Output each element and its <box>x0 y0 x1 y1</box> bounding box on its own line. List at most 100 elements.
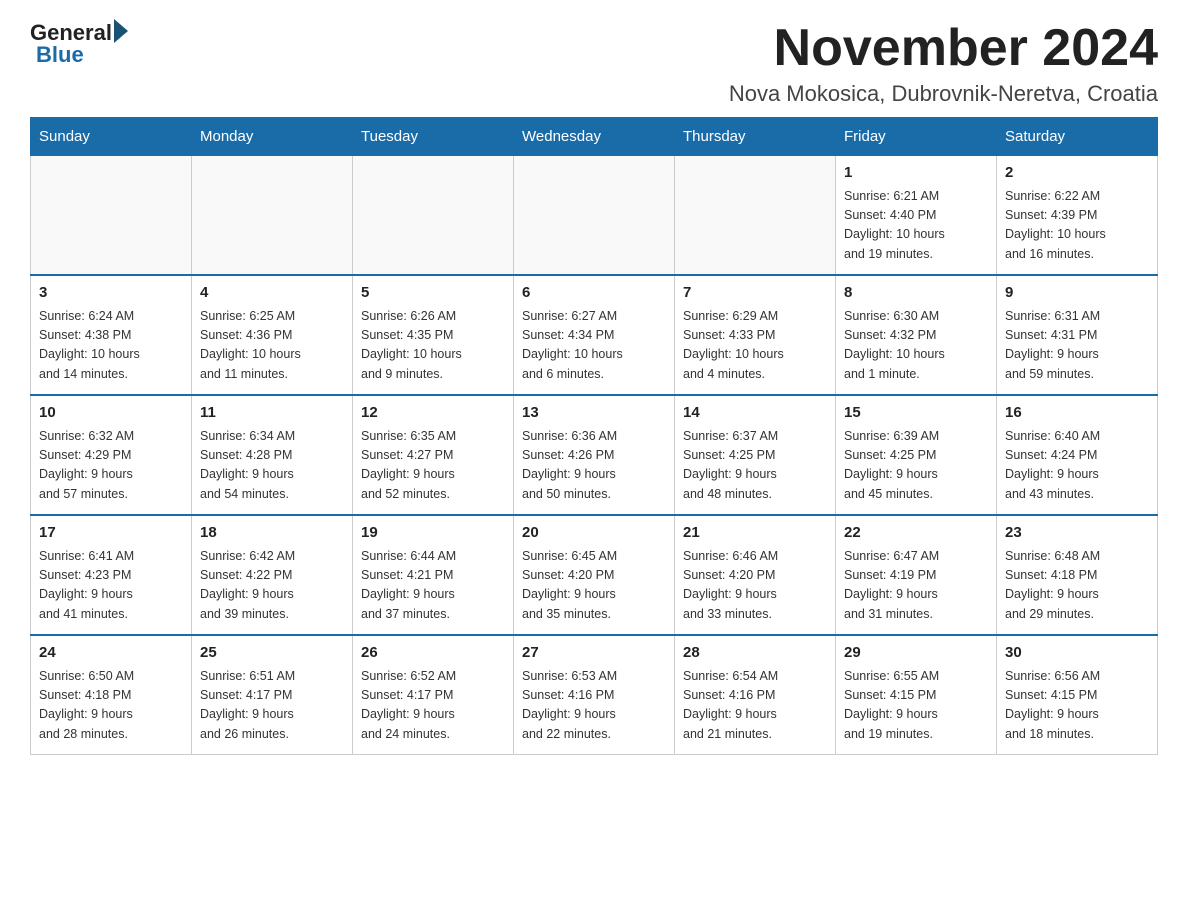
calendar-day-cell <box>192 156 353 276</box>
calendar-day-cell: 12Sunrise: 6:35 AMSunset: 4:27 PMDayligh… <box>353 395 514 515</box>
calendar-week-row: 24Sunrise: 6:50 AMSunset: 4:18 PMDayligh… <box>31 635 1158 755</box>
day-info: Sunrise: 6:41 AMSunset: 4:23 PMDaylight:… <box>39 547 183 625</box>
calendar-week-row: 3Sunrise: 6:24 AMSunset: 4:38 PMDaylight… <box>31 275 1158 395</box>
calendar-day-cell <box>675 156 836 276</box>
day-info: Sunrise: 6:56 AMSunset: 4:15 PMDaylight:… <box>1005 667 1149 745</box>
day-number: 8 <box>844 282 988 305</box>
calendar-day-cell: 20Sunrise: 6:45 AMSunset: 4:20 PMDayligh… <box>514 515 675 635</box>
calendar-day-cell <box>31 156 192 276</box>
calendar-day-cell: 2Sunrise: 6:22 AMSunset: 4:39 PMDaylight… <box>997 156 1158 276</box>
calendar-day-cell: 27Sunrise: 6:53 AMSunset: 4:16 PMDayligh… <box>514 635 675 755</box>
calendar-week-row: 10Sunrise: 6:32 AMSunset: 4:29 PMDayligh… <box>31 395 1158 515</box>
weekday-header-saturday: Saturday <box>997 118 1158 156</box>
calendar-day-cell: 16Sunrise: 6:40 AMSunset: 4:24 PMDayligh… <box>997 395 1158 515</box>
day-number: 30 <box>1005 642 1149 665</box>
day-number: 17 <box>39 522 183 545</box>
calendar-day-cell: 6Sunrise: 6:27 AMSunset: 4:34 PMDaylight… <box>514 275 675 395</box>
day-number: 6 <box>522 282 666 305</box>
day-info: Sunrise: 6:25 AMSunset: 4:36 PMDaylight:… <box>200 307 344 385</box>
day-number: 1 <box>844 162 988 185</box>
day-number: 14 <box>683 402 827 425</box>
day-info: Sunrise: 6:29 AMSunset: 4:33 PMDaylight:… <box>683 307 827 385</box>
day-info: Sunrise: 6:35 AMSunset: 4:27 PMDaylight:… <box>361 427 505 505</box>
weekday-header-friday: Friday <box>836 118 997 156</box>
day-number: 19 <box>361 522 505 545</box>
day-number: 15 <box>844 402 988 425</box>
calendar-week-row: 17Sunrise: 6:41 AMSunset: 4:23 PMDayligh… <box>31 515 1158 635</box>
calendar-day-cell: 25Sunrise: 6:51 AMSunset: 4:17 PMDayligh… <box>192 635 353 755</box>
calendar-day-cell: 17Sunrise: 6:41 AMSunset: 4:23 PMDayligh… <box>31 515 192 635</box>
calendar-day-cell: 11Sunrise: 6:34 AMSunset: 4:28 PMDayligh… <box>192 395 353 515</box>
day-info: Sunrise: 6:36 AMSunset: 4:26 PMDaylight:… <box>522 427 666 505</box>
day-number: 27 <box>522 642 666 665</box>
day-number: 3 <box>39 282 183 305</box>
calendar-day-cell: 7Sunrise: 6:29 AMSunset: 4:33 PMDaylight… <box>675 275 836 395</box>
calendar-day-cell: 13Sunrise: 6:36 AMSunset: 4:26 PMDayligh… <box>514 395 675 515</box>
day-number: 13 <box>522 402 666 425</box>
day-number: 20 <box>522 522 666 545</box>
calendar-day-cell: 29Sunrise: 6:55 AMSunset: 4:15 PMDayligh… <box>836 635 997 755</box>
weekday-header-tuesday: Tuesday <box>353 118 514 156</box>
calendar-day-cell: 9Sunrise: 6:31 AMSunset: 4:31 PMDaylight… <box>997 275 1158 395</box>
day-number: 22 <box>844 522 988 545</box>
calendar-day-cell: 18Sunrise: 6:42 AMSunset: 4:22 PMDayligh… <box>192 515 353 635</box>
calendar-day-cell <box>514 156 675 276</box>
day-number: 26 <box>361 642 505 665</box>
day-info: Sunrise: 6:21 AMSunset: 4:40 PMDaylight:… <box>844 187 988 265</box>
day-number: 18 <box>200 522 344 545</box>
day-info: Sunrise: 6:50 AMSunset: 4:18 PMDaylight:… <box>39 667 183 745</box>
weekday-header-wednesday: Wednesday <box>514 118 675 156</box>
calendar-day-cell: 4Sunrise: 6:25 AMSunset: 4:36 PMDaylight… <box>192 275 353 395</box>
day-info: Sunrise: 6:45 AMSunset: 4:20 PMDaylight:… <box>522 547 666 625</box>
logo-arrow-icon <box>114 19 128 43</box>
calendar-day-cell: 1Sunrise: 6:21 AMSunset: 4:40 PMDaylight… <box>836 156 997 276</box>
day-number: 2 <box>1005 162 1149 185</box>
day-info: Sunrise: 6:31 AMSunset: 4:31 PMDaylight:… <box>1005 307 1149 385</box>
calendar-day-cell: 10Sunrise: 6:32 AMSunset: 4:29 PMDayligh… <box>31 395 192 515</box>
calendar-day-cell: 14Sunrise: 6:37 AMSunset: 4:25 PMDayligh… <box>675 395 836 515</box>
day-info: Sunrise: 6:46 AMSunset: 4:20 PMDaylight:… <box>683 547 827 625</box>
day-info: Sunrise: 6:51 AMSunset: 4:17 PMDaylight:… <box>200 667 344 745</box>
day-number: 16 <box>1005 402 1149 425</box>
calendar-table: SundayMondayTuesdayWednesdayThursdayFrid… <box>30 117 1158 755</box>
day-number: 10 <box>39 402 183 425</box>
day-number: 28 <box>683 642 827 665</box>
day-number: 11 <box>200 402 344 425</box>
day-info: Sunrise: 6:34 AMSunset: 4:28 PMDaylight:… <box>200 427 344 505</box>
day-info: Sunrise: 6:52 AMSunset: 4:17 PMDaylight:… <box>361 667 505 745</box>
day-number: 21 <box>683 522 827 545</box>
logo: General Blue <box>30 20 128 68</box>
day-info: Sunrise: 6:30 AMSunset: 4:32 PMDaylight:… <box>844 307 988 385</box>
day-info: Sunrise: 6:26 AMSunset: 4:35 PMDaylight:… <box>361 307 505 385</box>
calendar-body: 1Sunrise: 6:21 AMSunset: 4:40 PMDaylight… <box>31 156 1158 755</box>
day-info: Sunrise: 6:40 AMSunset: 4:24 PMDaylight:… <box>1005 427 1149 505</box>
calendar-day-cell: 30Sunrise: 6:56 AMSunset: 4:15 PMDayligh… <box>997 635 1158 755</box>
calendar-day-cell <box>353 156 514 276</box>
calendar-day-cell: 3Sunrise: 6:24 AMSunset: 4:38 PMDaylight… <box>31 275 192 395</box>
day-number: 25 <box>200 642 344 665</box>
calendar-day-cell: 24Sunrise: 6:50 AMSunset: 4:18 PMDayligh… <box>31 635 192 755</box>
day-info: Sunrise: 6:55 AMSunset: 4:15 PMDaylight:… <box>844 667 988 745</box>
calendar-day-cell: 23Sunrise: 6:48 AMSunset: 4:18 PMDayligh… <box>997 515 1158 635</box>
day-info: Sunrise: 6:32 AMSunset: 4:29 PMDaylight:… <box>39 427 183 505</box>
day-info: Sunrise: 6:39 AMSunset: 4:25 PMDaylight:… <box>844 427 988 505</box>
location-title: Nova Mokosica, Dubrovnik-Neretva, Croati… <box>729 81 1158 107</box>
day-info: Sunrise: 6:54 AMSunset: 4:16 PMDaylight:… <box>683 667 827 745</box>
day-number: 5 <box>361 282 505 305</box>
calendar-day-cell: 15Sunrise: 6:39 AMSunset: 4:25 PMDayligh… <box>836 395 997 515</box>
day-info: Sunrise: 6:22 AMSunset: 4:39 PMDaylight:… <box>1005 187 1149 265</box>
title-section: November 2024 Nova Mokosica, Dubrovnik-N… <box>729 20 1158 107</box>
calendar-day-cell: 19Sunrise: 6:44 AMSunset: 4:21 PMDayligh… <box>353 515 514 635</box>
weekday-header-sunday: Sunday <box>31 118 192 156</box>
weekday-header-monday: Monday <box>192 118 353 156</box>
day-number: 12 <box>361 402 505 425</box>
day-info: Sunrise: 6:27 AMSunset: 4:34 PMDaylight:… <box>522 307 666 385</box>
day-info: Sunrise: 6:42 AMSunset: 4:22 PMDaylight:… <box>200 547 344 625</box>
day-info: Sunrise: 6:47 AMSunset: 4:19 PMDaylight:… <box>844 547 988 625</box>
day-number: 24 <box>39 642 183 665</box>
day-info: Sunrise: 6:44 AMSunset: 4:21 PMDaylight:… <box>361 547 505 625</box>
day-number: 9 <box>1005 282 1149 305</box>
month-title: November 2024 <box>729 20 1158 77</box>
calendar-day-cell: 8Sunrise: 6:30 AMSunset: 4:32 PMDaylight… <box>836 275 997 395</box>
day-info: Sunrise: 6:53 AMSunset: 4:16 PMDaylight:… <box>522 667 666 745</box>
